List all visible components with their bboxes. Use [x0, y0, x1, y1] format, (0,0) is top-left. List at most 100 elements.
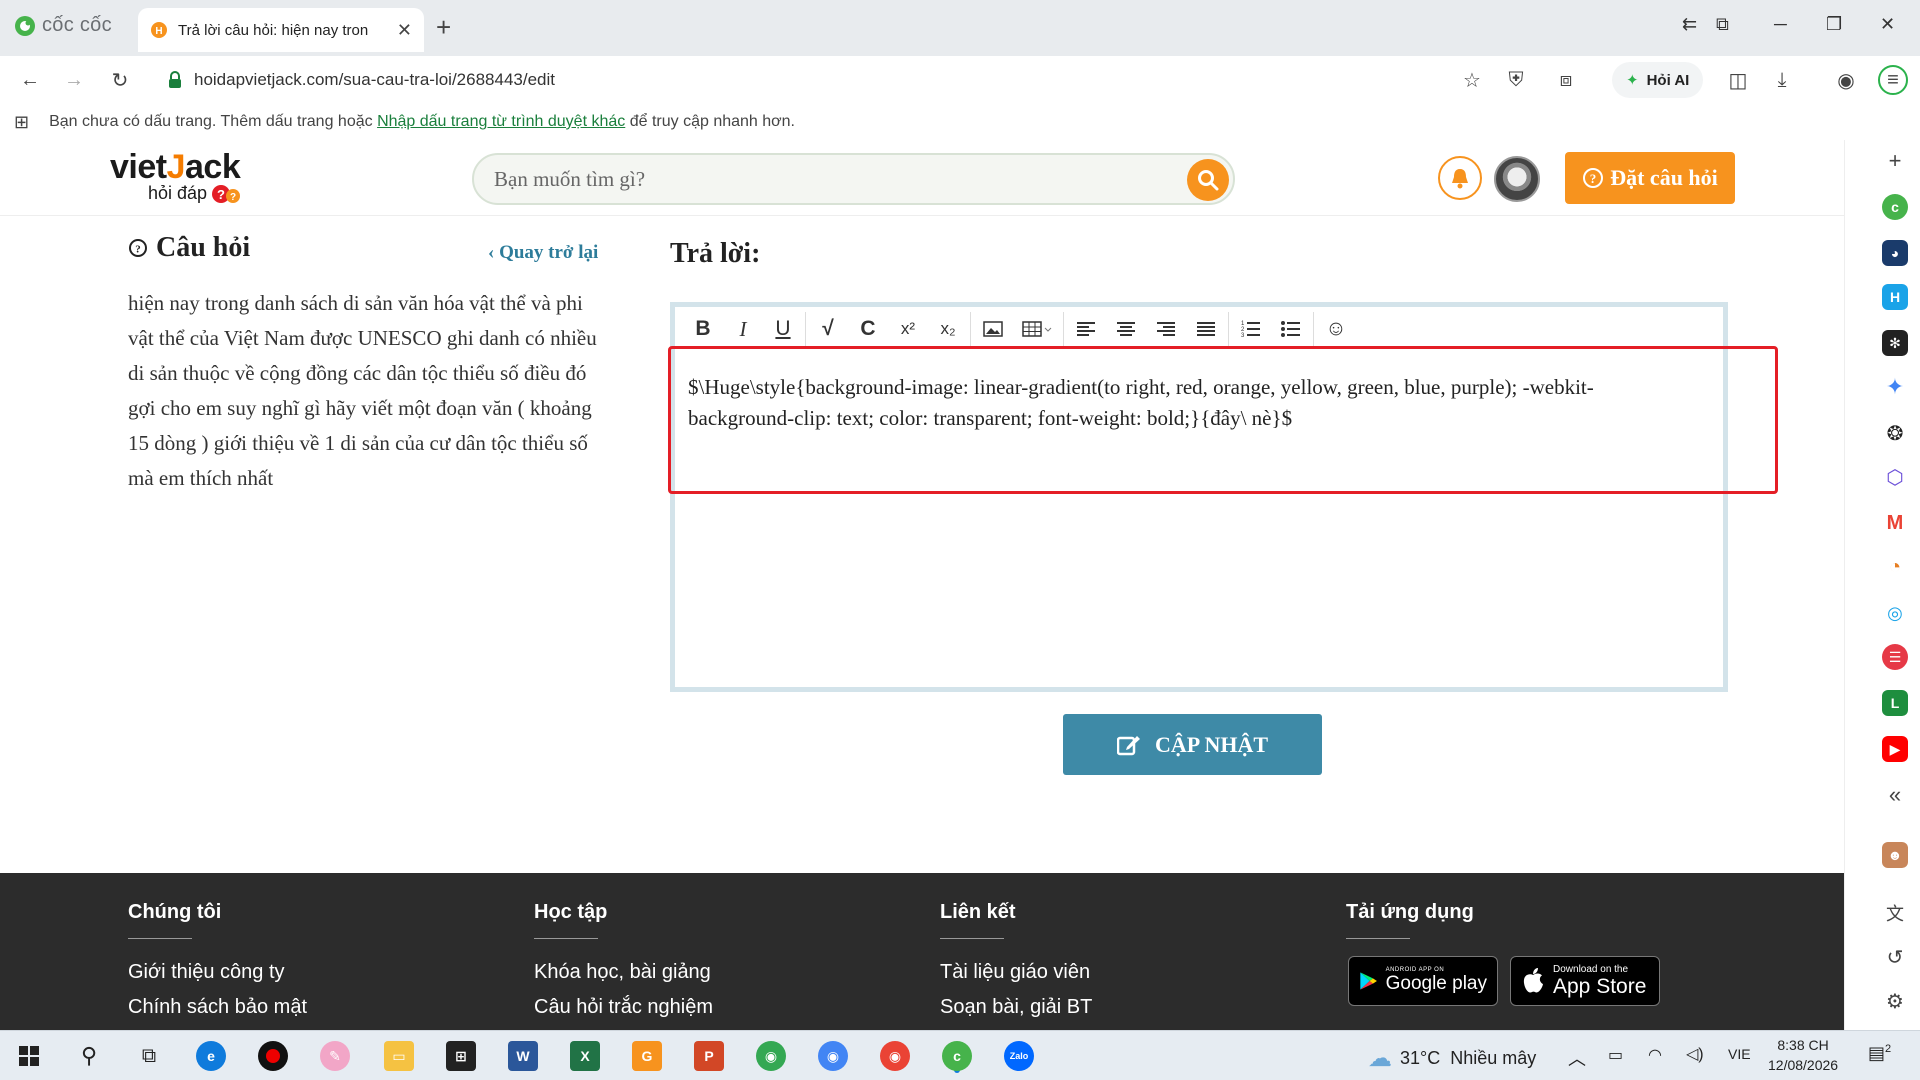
notification-button[interactable]: [1438, 156, 1482, 200]
tab-search-icon[interactable]: ⇇: [1682, 14, 1697, 35]
word-icon[interactable]: W: [508, 1041, 538, 1071]
store-icon[interactable]: ⊞: [446, 1041, 476, 1071]
footer-link[interactable]: Chính sách bảo mật: [128, 990, 528, 1025]
footer-link[interactable]: Giới thiệu công ty: [128, 955, 528, 990]
hoidap-app-icon[interactable]: H: [1882, 284, 1908, 310]
user-avatar[interactable]: [1494, 156, 1540, 202]
powerpoint-icon[interactable]: P: [694, 1041, 724, 1071]
volume-icon[interactable]: ◁): [1686, 1044, 1704, 1064]
emoji-icon[interactable]: ☺: [1316, 312, 1356, 346]
footer-link[interactable]: Tài liệu giáo viên: [940, 955, 1340, 990]
translate-icon[interactable]: 文: [1882, 900, 1908, 926]
gmail-icon[interactable]: M: [1882, 510, 1908, 536]
footer-link[interactable]: Câu hỏi trắc nghiệm: [534, 990, 934, 1025]
excel-icon[interactable]: X: [570, 1041, 600, 1071]
chrome-profile-2-icon[interactable]: ◉: [818, 1041, 848, 1071]
shop-app-icon[interactable]: ☰: [1882, 644, 1908, 670]
math-formula-icon[interactable]: √: [808, 312, 848, 346]
file-explorer-icon[interactable]: ▭: [384, 1041, 414, 1071]
chemistry-icon[interactable]: C: [848, 312, 888, 346]
coccoc-sidebar-icon[interactable]: c: [1882, 194, 1908, 220]
answer-content[interactable]: $\Huge\style{background-image: linear-gr…: [688, 372, 1688, 434]
site-info-icon[interactable]: [166, 71, 184, 89]
ask-ai-button[interactable]: ✦ Hỏi AI: [1612, 62, 1704, 98]
battery-icon[interactable]: ▭: [1608, 1045, 1623, 1065]
chrome-icon[interactable]: ◉: [880, 1041, 910, 1071]
weather-widget[interactable]: ☁ 31°C Nhiều mây: [1368, 1044, 1536, 1073]
new-tab-button[interactable]: +: [436, 12, 451, 43]
settings-gear-icon[interactable]: ⚙: [1882, 988, 1908, 1014]
align-right-icon[interactable]: [1146, 312, 1186, 346]
language-indicator[interactable]: VIE: [1728, 1046, 1751, 1062]
vietjack-logo[interactable]: vietJack hỏi đáp ? ?: [110, 148, 241, 204]
maximize-button[interactable]: ❐: [1826, 14, 1842, 35]
align-left-icon[interactable]: [1066, 312, 1106, 346]
windows-start-icon[interactable]: [14, 1041, 44, 1071]
footer-link[interactable]: Soạn bài, giải BT: [940, 990, 1340, 1025]
edge-icon[interactable]: e: [196, 1041, 226, 1071]
superscript-icon[interactable]: x²: [888, 312, 928, 346]
back-arrow-icon[interactable]: ←: [18, 68, 42, 92]
bold-icon[interactable]: B: [683, 312, 723, 346]
reading-mode-icon[interactable]: ◫: [1726, 68, 1750, 92]
reload-icon[interactable]: ↻: [108, 68, 132, 92]
apps-grid-icon[interactable]: ⊞: [14, 112, 29, 133]
task-view-icon[interactable]: ⧉: [134, 1041, 164, 1071]
coccoc-taskbar-icon[interactable]: c: [942, 1041, 972, 1071]
bullet-list-icon[interactable]: [1271, 312, 1311, 346]
circle-app-icon[interactable]: ◎: [1882, 600, 1908, 626]
chatgpt-icon[interactable]: ❂: [1882, 420, 1908, 446]
active-tab[interactable]: H Trả lời câu hỏi: hiện nay tron ✕: [138, 8, 424, 52]
download-icon[interactable]: ⤓: [1770, 68, 1794, 92]
ordered-list-icon[interactable]: 123: [1231, 312, 1271, 346]
ask-question-button[interactable]: ? Đặt câu hỏi: [1565, 152, 1735, 204]
align-center-icon[interactable]: [1106, 312, 1146, 346]
import-bookmarks-link[interactable]: Nhập dấu trang từ trình duyệt khác: [377, 113, 625, 131]
google-play-badge[interactable]: ANDROID APP ON Google play: [1348, 956, 1498, 1006]
record-app-icon[interactable]: [258, 1041, 288, 1071]
l-app-icon[interactable]: L: [1882, 690, 1908, 716]
history-icon[interactable]: ↺: [1882, 944, 1908, 970]
wifi-icon[interactable]: ◠: [1648, 1045, 1662, 1065]
paint-icon[interactable]: ✎: [320, 1041, 350, 1071]
hexagon-app-icon[interactable]: ⬡: [1882, 464, 1908, 490]
notification-center-icon[interactable]: ▤2: [1868, 1043, 1891, 1064]
italic-icon[interactable]: I: [723, 312, 763, 346]
insert-image-icon[interactable]: [973, 312, 1013, 346]
search-taskbar-icon[interactable]: ⚲: [74, 1041, 104, 1071]
back-link[interactable]: ‹ Quay trở lại: [488, 242, 598, 264]
game-app-icon[interactable]: ☻: [1882, 842, 1908, 868]
timer-app-icon[interactable]: ◔: [1882, 554, 1908, 580]
chrome-profile-1-icon[interactable]: ◉: [756, 1041, 786, 1071]
pdf-app-icon[interactable]: G: [632, 1041, 662, 1071]
profile-icon[interactable]: ◉: [1834, 68, 1858, 92]
minimize-button[interactable]: ─: [1774, 14, 1787, 35]
footer-link[interactable]: Khóa học, bài giảng: [534, 955, 934, 990]
update-button[interactable]: CẬP NHẬT: [1063, 714, 1322, 775]
menu-icon[interactable]: ≡: [1878, 65, 1908, 95]
insert-table-icon[interactable]: [1013, 312, 1061, 346]
chevron-up-icon[interactable]: ︿: [1568, 1045, 1586, 1071]
search-button[interactable]: [1187, 159, 1229, 201]
site-search-box[interactable]: Bạn muốn tìm gì?: [472, 153, 1235, 205]
extensions-icon[interactable]: ⧈: [1554, 68, 1578, 92]
gemini-icon[interactable]: ✦: [1882, 374, 1908, 400]
youtube-icon[interactable]: ▶: [1882, 736, 1908, 762]
close-window-button[interactable]: ✕: [1880, 14, 1895, 35]
forward-arrow-icon[interactable]: →: [62, 68, 86, 92]
zalo-icon[interactable]: Zalo: [1004, 1041, 1034, 1071]
app-store-badge[interactable]: Download on the App Store: [1510, 956, 1660, 1006]
snowflake-app-icon[interactable]: ✻: [1882, 330, 1908, 356]
add-sidebar-app-icon[interactable]: +: [1882, 148, 1908, 174]
address-bar[interactable]: hoidapvietjack.com/sua-cau-tra-loi/26884…: [150, 62, 1512, 98]
close-tab-icon[interactable]: ✕: [397, 20, 412, 41]
bookmark-star-icon[interactable]: ☆: [1460, 68, 1484, 92]
justify-icon[interactable]: [1186, 312, 1226, 346]
subscript-icon[interactable]: x₂: [928, 312, 968, 346]
screenshot-icon[interactable]: ⧉: [1716, 14, 1729, 35]
collapse-sidebar-icon[interactable]: «: [1882, 782, 1908, 808]
panda-app-icon[interactable]: ◕: [1882, 240, 1908, 266]
underline-icon[interactable]: U: [763, 312, 803, 346]
adblock-shield-icon[interactable]: ⛨: [1504, 68, 1528, 92]
clock[interactable]: 8:38 CH 12/08/2026: [1768, 1035, 1838, 1075]
